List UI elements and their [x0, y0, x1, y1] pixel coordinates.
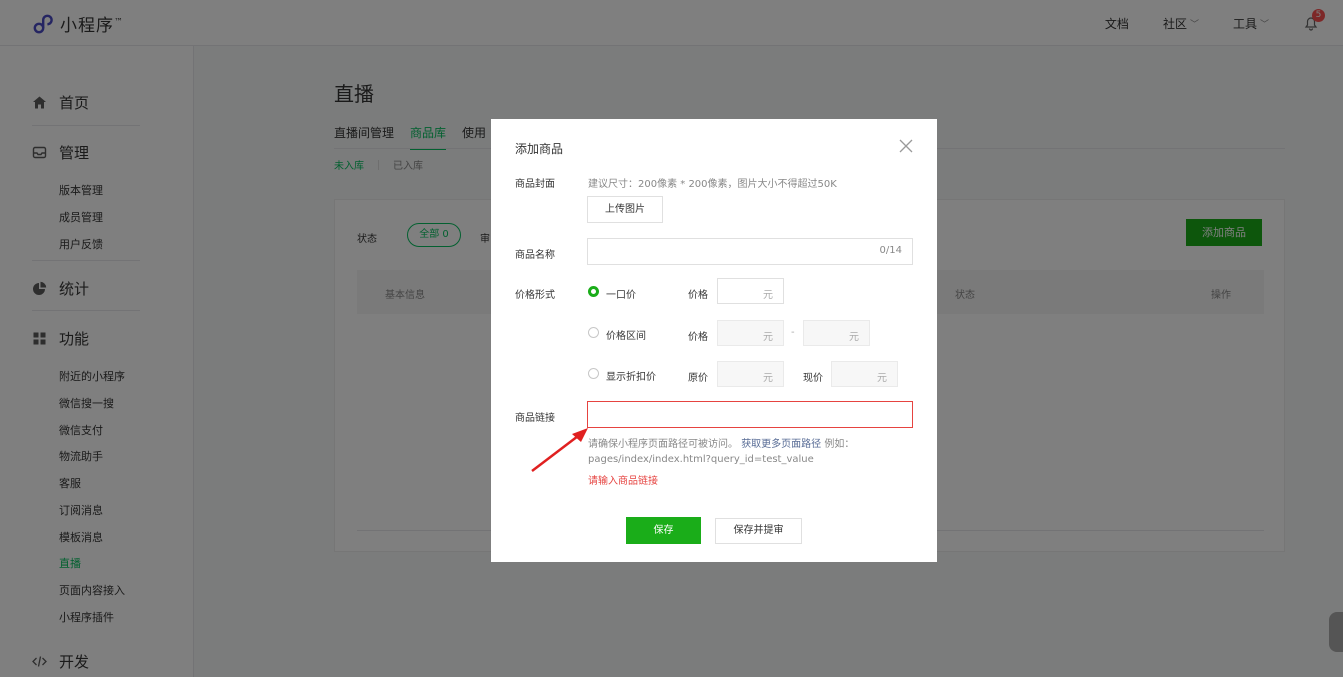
original-price-label: 原价	[688, 373, 708, 384]
radio-fixed-price-label[interactable]: 一口价	[606, 286, 636, 301]
unit-label: 元	[763, 373, 773, 384]
annotation-arrow-icon	[531, 428, 588, 472]
link-error-message: 请输入商品链接	[588, 476, 658, 487]
scroll-edge-handle[interactable]	[1329, 612, 1343, 652]
range-max-input[interactable]: 元	[803, 320, 870, 346]
price-type-label: 价格形式	[515, 290, 555, 301]
close-icon[interactable]	[898, 138, 914, 154]
link-hint: 请确保小程序页面路径可被访问。 获取更多页面路径 例如：pages/index/…	[588, 439, 855, 465]
current-price-label: 现价	[803, 373, 823, 384]
name-char-counter: 0/14	[879, 245, 902, 256]
cover-label: 商品封面	[515, 179, 555, 190]
original-price-input[interactable]: 元	[717, 361, 784, 387]
unit-label: 元	[763, 290, 773, 301]
product-link-input[interactable]	[587, 401, 913, 428]
upload-image-button[interactable]: 上传图片	[587, 196, 663, 223]
save-button[interactable]: 保存	[626, 517, 701, 544]
link-label: 商品链接	[515, 413, 555, 424]
radio-price-range-label[interactable]: 价格区间	[606, 327, 646, 342]
product-name-input[interactable]: 0/14	[587, 238, 913, 265]
more-page-paths-link[interactable]: 获取更多页面路径	[741, 439, 821, 450]
radio-discount-price-label[interactable]: 显示折扣价	[606, 368, 656, 383]
unit-label: 元	[849, 332, 859, 343]
add-product-dialog: 添加商品 商品封面 建议尺寸：200像素 * 200像素，图片大小不得超过50K…	[491, 119, 937, 562]
radio-fixed-price[interactable]	[588, 286, 599, 297]
cover-hint: 建议尺寸：200像素 * 200像素，图片大小不得超过50K	[588, 179, 837, 190]
price-label: 价格	[688, 290, 708, 301]
radio-discount-price[interactable]	[588, 368, 599, 379]
radio-price-range[interactable]	[588, 327, 599, 338]
name-label: 商品名称	[515, 250, 555, 261]
fixed-price-input[interactable]: 元	[717, 278, 784, 304]
current-price-input[interactable]: 元	[831, 361, 898, 387]
unit-label: 元	[877, 373, 887, 384]
range-min-input[interactable]: 元	[717, 320, 784, 346]
unit-label: 元	[763, 332, 773, 343]
price-label: 价格	[688, 332, 708, 343]
dialog-title: 添加商品	[515, 142, 564, 156]
save-and-submit-button[interactable]: 保存并提审	[715, 518, 802, 544]
range-dash: -	[791, 327, 795, 338]
